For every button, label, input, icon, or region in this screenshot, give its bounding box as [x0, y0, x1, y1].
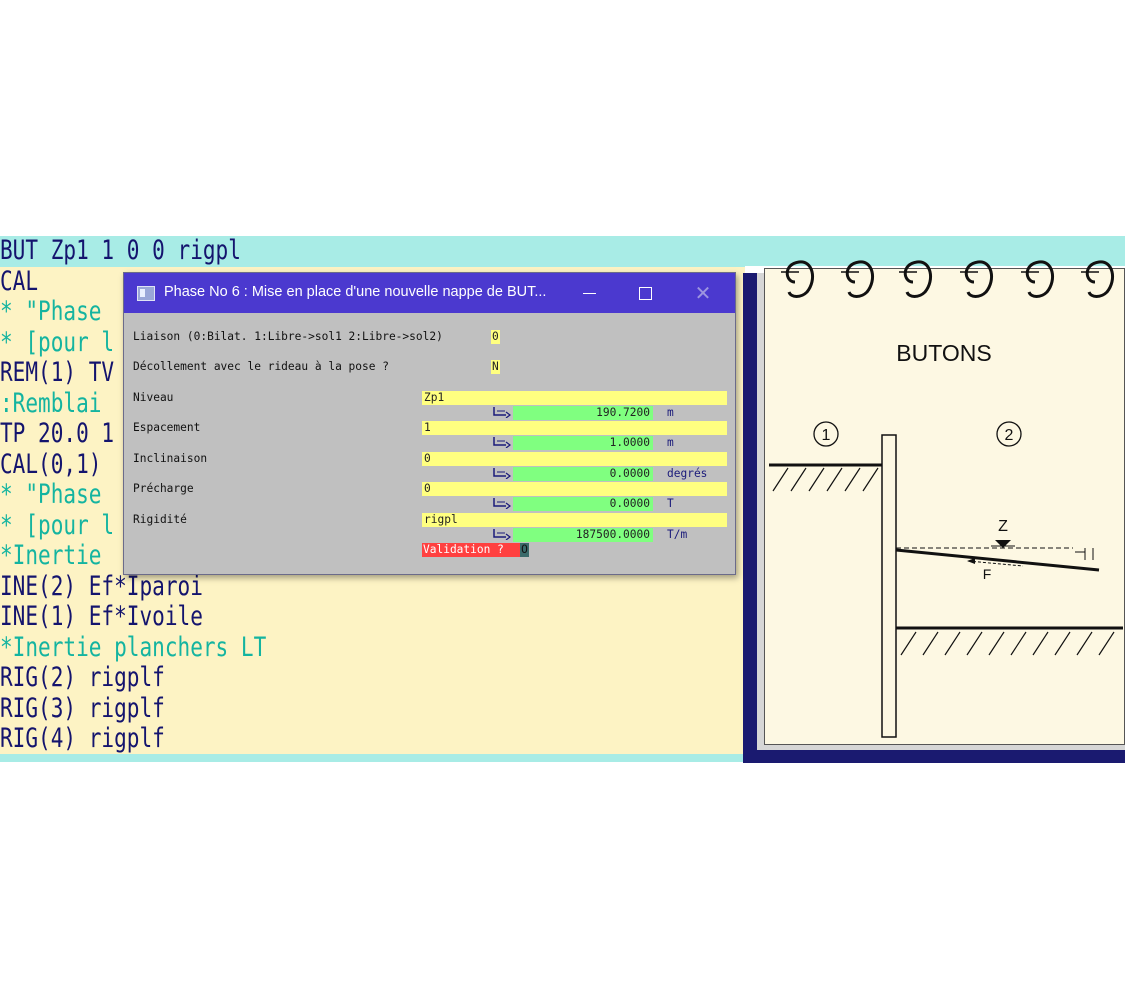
espacement-label: Espacement	[133, 421, 201, 434]
rigidite-result: 187500.0000	[513, 528, 653, 542]
zone-1-label: 1	[822, 427, 831, 444]
ground-right-hatch	[900, 631, 1115, 656]
inclinaison-label: Inclinaison	[133, 452, 208, 465]
dialog-title: Phase No 6 : Mise en place d'une nouvell…	[164, 284, 547, 300]
maximize-icon	[638, 286, 652, 300]
result-arrow-icon	[493, 498, 511, 509]
result-arrow-icon	[493, 529, 511, 540]
editor-bottom-strip	[0, 754, 745, 762]
phase-dialog: Phase No 6 : Mise en place d'une nouvell…	[123, 272, 736, 575]
editor-line[interactable]: RIG(2) rigplf	[0, 662, 581, 694]
liaison-input[interactable]: 0	[491, 330, 500, 344]
decollement-input[interactable]: N	[491, 360, 500, 374]
result-arrow-icon	[493, 468, 511, 479]
rigidite-input[interactable]: rigpl	[422, 513, 727, 527]
precharge-unit: T	[667, 497, 674, 510]
editor-line[interactable]: INE(2) Ef*Iparoi	[0, 571, 581, 603]
z-label: Z	[998, 518, 1008, 535]
niveau-input[interactable]: Zp1	[422, 391, 727, 405]
ground-left-hatch	[772, 467, 879, 492]
app-window-icon	[137, 286, 155, 301]
retaining-wall	[881, 434, 897, 738]
minimize-button[interactable]	[564, 273, 614, 313]
niveau-result: 190.7200	[513, 406, 653, 420]
validation-prompt: Validation ?	[422, 543, 520, 557]
close-icon: ✕	[694, 281, 712, 305]
result-arrow-icon	[493, 407, 511, 418]
validation-input[interactable]: O	[520, 543, 529, 557]
maximize-button[interactable]	[620, 273, 670, 313]
espacement-unit: m	[667, 436, 674, 449]
f-label: F	[983, 566, 992, 582]
notebook-drawing: 1 2 Z F	[769, 260, 1123, 738]
editor-line[interactable]: BUT Zp1 1 0 0 rigpl	[0, 236, 745, 267]
close-button[interactable]: ✕	[678, 273, 728, 313]
rigidite-label: Rigidité	[133, 513, 187, 526]
strut-line	[895, 548, 1100, 572]
liaison-label: Liaison (0:Bilat. 1:Libre->sol1 2:Libre-…	[133, 330, 443, 343]
zone-2-label: 2	[1005, 427, 1014, 444]
minimize-icon	[582, 292, 596, 294]
espacement-result: 1.0000	[513, 436, 653, 450]
editor-line[interactable]: RIG(3) rigplf	[0, 693, 581, 725]
precharge-input[interactable]: 0	[422, 482, 727, 496]
editor-line[interactable]: RIG(4) rigplf	[0, 723, 581, 755]
editor-line[interactable]: *Inertie planchers LT	[0, 632, 581, 664]
buton-illustration-notebook: BUTONS 1 2 Z F	[743, 258, 1125, 763]
rigidite-unit: T/m	[667, 528, 688, 541]
precharge-label: Précharge	[133, 482, 194, 495]
inclinaison-input[interactable]: 0	[422, 452, 727, 466]
spiral-rings-icon	[781, 260, 1115, 298]
result-arrow-icon	[493, 437, 511, 448]
dialog-titlebar[interactable]: Phase No 6 : Mise en place d'une nouvell…	[124, 273, 735, 313]
level-triangle-icon	[995, 540, 1011, 548]
espacement-input[interactable]: 1	[422, 421, 727, 435]
niveau-unit: m	[667, 406, 674, 419]
inclinaison-unit: degrés	[667, 467, 708, 480]
inclinaison-result: 0.0000	[513, 467, 653, 481]
decollement-label: Décollement avec le rideau à la pose ?	[133, 360, 389, 373]
niveau-label: Niveau	[133, 391, 174, 404]
precharge-result: 0.0000	[513, 497, 653, 511]
editor-line[interactable]: INE(1) Ef*Ivoile	[0, 601, 581, 633]
